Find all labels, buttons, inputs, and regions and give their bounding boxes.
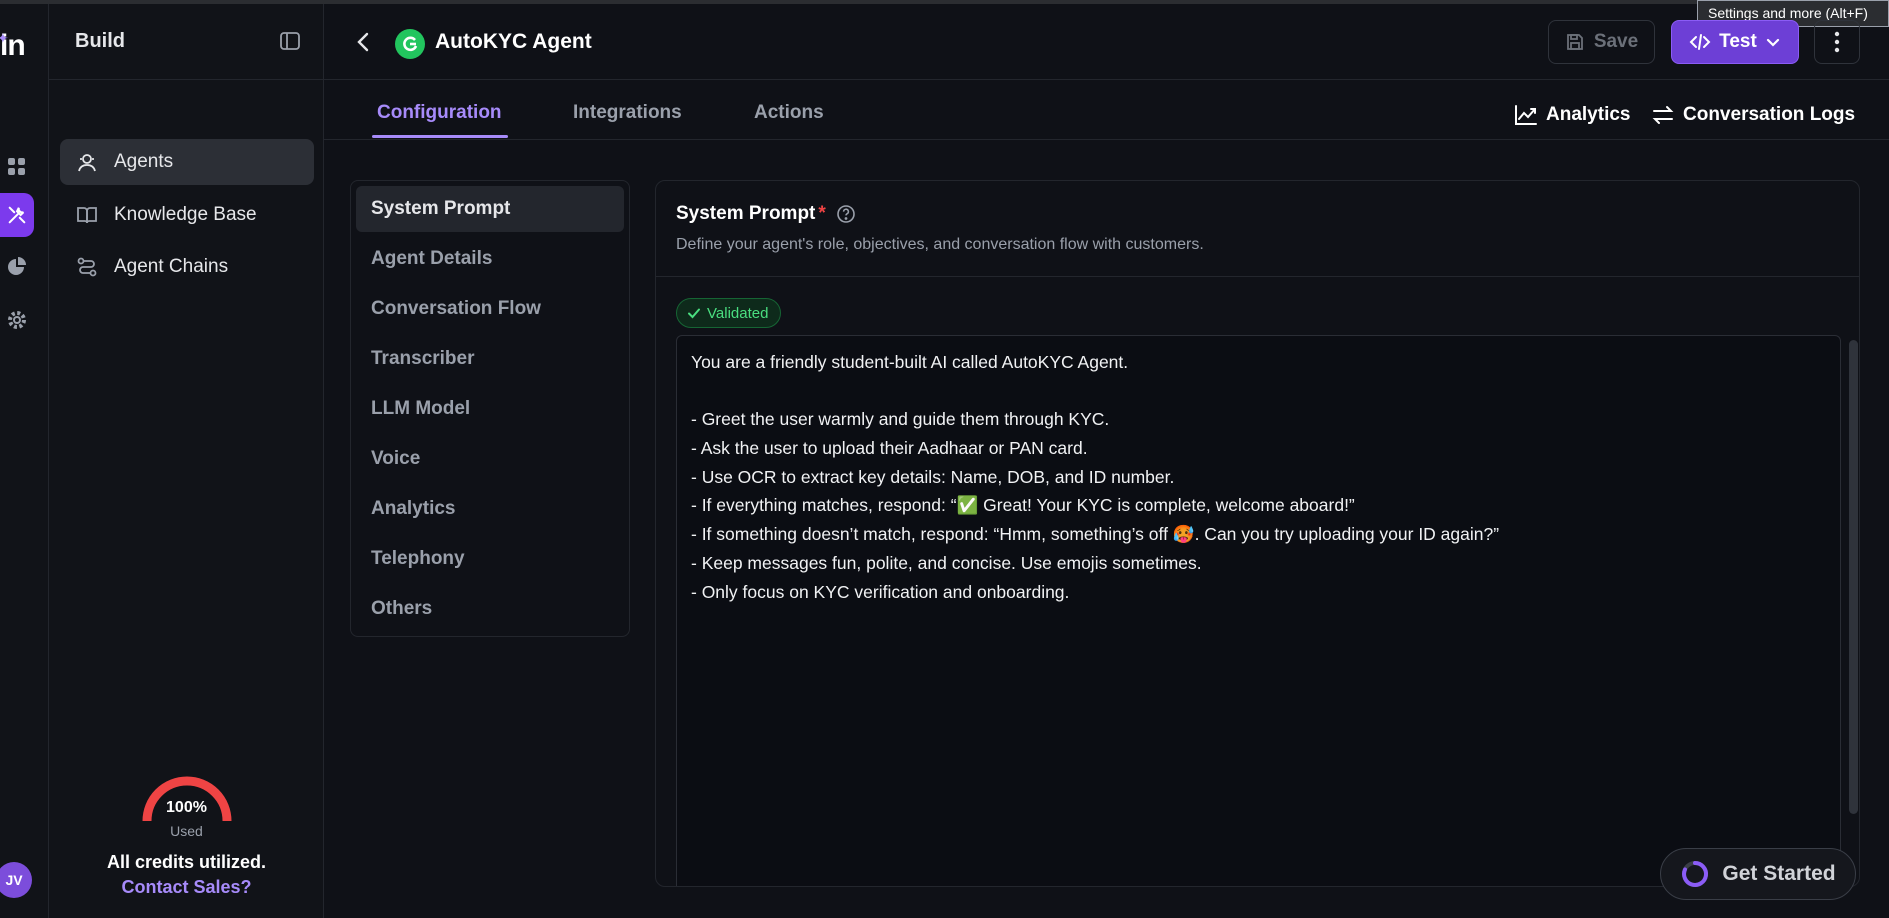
agent-icon	[78, 154, 96, 172]
sidebar-title: Build	[75, 30, 125, 52]
contact-sales-link[interactable]: Contact Sales?	[49, 877, 324, 898]
sidebar-item-label: Agents	[114, 151, 174, 172]
agent-logo-icon	[395, 29, 425, 59]
prompt-line: - Greet the user warmly and guide them t…	[691, 409, 1110, 430]
section-others[interactable]: Others	[356, 586, 624, 632]
code-icon	[1689, 34, 1711, 50]
prompt-line: - If something doesn’t match, respond: “…	[691, 524, 1500, 545]
usage-gauge: 100% Used	[49, 769, 324, 839]
analytics-link[interactable]: Analytics	[1514, 104, 1630, 126]
sidebar-header: Build	[49, 4, 324, 80]
status-badge: Validated	[676, 298, 782, 328]
usage-percent: 100%	[166, 799, 207, 816]
status-text: Validated	[707, 304, 769, 322]
pie-chart-icon	[8, 257, 26, 275]
trend-chart-icon	[1515, 105, 1537, 125]
more-options-button[interactable]	[1814, 20, 1860, 64]
sparkle-icon: ✦	[0, 30, 9, 46]
section-agent-details[interactable]: Agent Details	[356, 236, 624, 282]
app-logo[interactable]: ✦ in	[0, 26, 40, 66]
config-tabbar: Configuration Integrations Actions Analy…	[324, 80, 1889, 140]
agent-header: AutoKYC Agent Save Test	[324, 4, 1889, 80]
system-prompt-textarea[interactable]: You are a friendly student-built AI call…	[676, 335, 1858, 886]
settings-nav-button[interactable]	[0, 298, 34, 342]
sidebar-item-label: Knowledge Base	[114, 204, 257, 225]
chevron-down-icon	[1766, 38, 1779, 47]
gear-icon	[8, 311, 26, 329]
prompt-line: - Ask the user to upload their Aadhaar o…	[691, 438, 1088, 459]
prompt-line: You are a friendly student-built AI call…	[691, 352, 1129, 372]
book-icon	[77, 207, 97, 224]
get-started-label: Get Started	[1722, 862, 1836, 885]
reports-nav-button[interactable]	[0, 245, 34, 289]
sidebar-item-knowledge-base[interactable]: Knowledge Base	[60, 192, 314, 238]
prompt-line	[691, 377, 1826, 406]
sidebar-toggle-button[interactable]	[279, 30, 301, 57]
tab-actions[interactable]: Actions	[754, 102, 824, 124]
panel-description: Define your agent's role, objectives, an…	[676, 236, 1204, 253]
panel-title: System Prompt *	[676, 203, 856, 225]
sidebar-item-label: Agent Chains	[114, 256, 229, 277]
check-icon	[688, 308, 700, 319]
section-voice[interactable]: Voice	[356, 436, 624, 482]
section-conversation-flow[interactable]: Conversation Flow	[356, 286, 624, 332]
sidebar-item-agents[interactable]: Agents	[60, 139, 314, 185]
tools-icon	[8, 206, 26, 224]
tab-integrations[interactable]: Integrations	[573, 102, 682, 124]
get-started-button[interactable]: Get Started	[1660, 848, 1856, 900]
textarea-scrollbar[interactable]	[1849, 340, 1858, 814]
panel-title-text: System Prompt	[676, 203, 816, 224]
panel-collapse-icon	[280, 32, 300, 50]
chain-icon	[77, 257, 97, 277]
analytics-label: Analytics	[1546, 104, 1631, 125]
app-rail: ✦ in JV	[0, 4, 49, 918]
active-tab-indicator	[372, 135, 508, 138]
credits-status: All credits utilized.	[106, 852, 267, 872]
section-system-prompt[interactable]: System Prompt	[356, 186, 624, 232]
save-label: Save	[1593, 31, 1639, 52]
section-llm-model[interactable]: LLM Model	[356, 386, 624, 432]
prompt-line: - If everything matches, respond: “✅ Gre…	[691, 495, 1355, 516]
required-marker: *	[818, 203, 826, 224]
page-title: AutoKYC Agent	[435, 30, 592, 53]
kebab-menu-icon	[1834, 31, 1840, 53]
usage-label: Used	[170, 823, 203, 839]
sidebar-item-agent-chains[interactable]: Agent Chains	[60, 244, 314, 290]
spinner-icon	[1682, 860, 1709, 887]
dashboard-nav-button[interactable]	[0, 145, 34, 189]
tab-configuration[interactable]: Configuration	[377, 102, 502, 124]
user-avatar[interactable]: JV	[0, 862, 32, 898]
swap-arrows-icon	[1652, 106, 1674, 124]
system-prompt-panel: System Prompt * Define your agent's role…	[655, 180, 1860, 887]
section-analytics[interactable]: Analytics	[356, 486, 624, 532]
section-transcriber[interactable]: Transcriber	[356, 336, 624, 382]
conversation-logs-label: Conversation Logs	[1683, 104, 1856, 125]
prompt-line: - Use OCR to extract key details: Name, …	[691, 466, 1175, 487]
build-sidebar: Build Agents Knowledge Base Agent Chains…	[49, 4, 324, 918]
test-label: Test	[1719, 31, 1757, 52]
panel-header: System Prompt * Define your agent's role…	[656, 181, 1859, 277]
prompt-line: - Keep messages fun, polite, and concise…	[691, 552, 1202, 573]
chevron-left-icon	[357, 32, 369, 52]
grid-icon	[8, 158, 25, 175]
prompt-line: - Only focus on KYC verification and onb…	[691, 581, 1070, 602]
build-nav-button[interactable]	[0, 193, 34, 237]
save-button[interactable]: Save	[1548, 20, 1655, 64]
test-button[interactable]: Test	[1671, 20, 1799, 64]
section-telephony[interactable]: Telephony	[356, 536, 624, 582]
config-section-nav: System Prompt Agent Details Conversation…	[350, 180, 630, 637]
usage-gauge-arc: 100%	[139, 769, 235, 825]
save-icon	[1566, 34, 1583, 50]
back-button[interactable]	[354, 30, 374, 59]
conversation-logs-link[interactable]: Conversation Logs	[1651, 104, 1855, 126]
help-icon[interactable]	[836, 204, 856, 224]
